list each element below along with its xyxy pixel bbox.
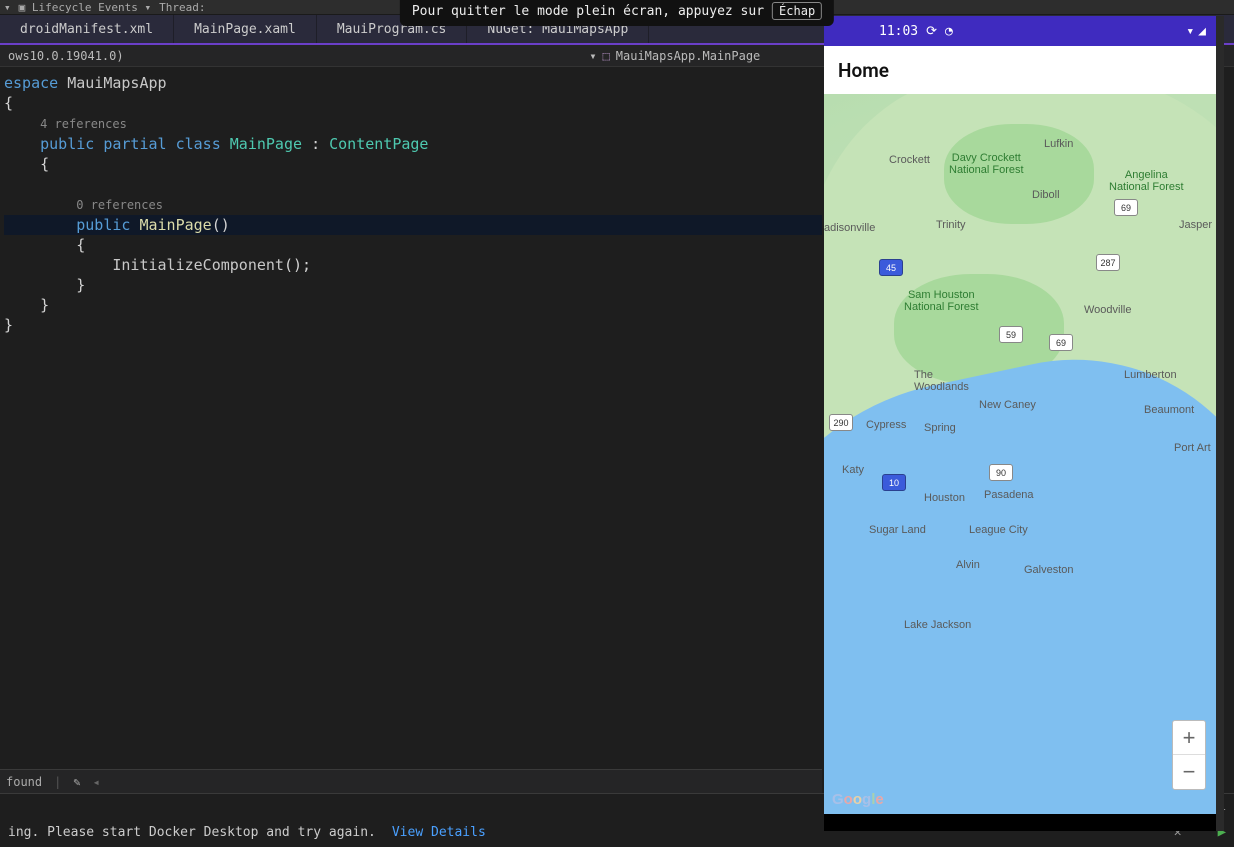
- map-city-label: Alvin: [956, 559, 980, 571]
- map-city-label: Lake Jackson: [904, 619, 971, 631]
- map-highway-shield: 290: [829, 414, 853, 431]
- zoom-out-button[interactable]: −: [1173, 755, 1205, 789]
- map-city-label: Lufkin: [1044, 138, 1073, 150]
- map-city-label: Jasper: [1179, 219, 1212, 231]
- found-label: found: [6, 775, 42, 789]
- map-highway-shield: 10: [882, 474, 906, 491]
- play-icon[interactable]: ▶: [1218, 824, 1226, 840]
- map-city-label: Sugar Land: [869, 524, 926, 536]
- map-city-label: Houston: [924, 492, 965, 504]
- lifecycle-events[interactable]: ▣ Lifecycle Events ▾: [19, 1, 151, 14]
- codelens-references[interactable]: 0 references: [76, 198, 163, 212]
- map-forest-label: Davy Crockett National Forest: [949, 152, 1024, 176]
- map-city-label: Diboll: [1032, 189, 1060, 201]
- emulator-status-bar: 11:03 ⟳ ◔ ▾ ◢: [824, 16, 1216, 46]
- code-editor[interactable]: espace MauiMapsApp { 4 references public…: [0, 67, 822, 767]
- fullscreen-text: Pour quitter le mode plein écran, appuye…: [412, 4, 764, 19]
- android-emulator: 11:03 ⟳ ◔ ▾ ◢ Home Crockett Lufkin Diboll T…: [824, 16, 1216, 831]
- map-highway-shield: 287: [1096, 254, 1120, 271]
- map-city-label: Trinity: [936, 219, 966, 231]
- map-city-label: Katy: [842, 464, 864, 476]
- escape-key-hint: Échap: [772, 2, 822, 20]
- map-highway-shield: 59: [999, 326, 1023, 343]
- breadcrumb-left[interactable]: ows10.0.19041.0): [8, 49, 124, 63]
- tab-androidmanifest[interactable]: droidManifest.xml: [0, 15, 174, 43]
- class-icon: ⬚: [603, 49, 610, 63]
- chevron-left-icon[interactable]: ◂: [93, 775, 100, 789]
- zoom-in-button[interactable]: +: [1173, 721, 1205, 755]
- map-view[interactable]: Crockett Lufkin Diboll Trinity Jasper adisonv…: [824, 94, 1216, 814]
- map-city-label: Crockett: [889, 154, 930, 166]
- fullscreen-exit-banner: Pour quitter le mode plein écran, appuye…: [400, 0, 834, 26]
- map-zoom-controls: + −: [1172, 720, 1206, 790]
- map-highway-shield: 90: [989, 464, 1013, 481]
- error-message: ing. Please start Docker Desktop and try…: [8, 825, 376, 840]
- codelens-references[interactable]: 4 references: [40, 117, 127, 131]
- wifi-icon: ▾: [1186, 24, 1194, 39]
- clock-icon: ◔: [945, 24, 953, 39]
- thread-label: Thread:: [159, 1, 205, 14]
- map-city-label: Pasadena: [984, 489, 1034, 501]
- brush-icon[interactable]: ✎: [73, 775, 80, 789]
- view-details-link[interactable]: View Details: [392, 825, 486, 840]
- signal-icon: ◢: [1198, 24, 1206, 39]
- map-city-label: Lumberton: [1124, 369, 1177, 381]
- editor-status-strip: found | ✎ ◂: [0, 769, 822, 793]
- map-forest-label: Angelina National Forest: [1109, 169, 1184, 193]
- sync-icon: ⟳: [926, 24, 937, 39]
- map-city-label: adisonville: [824, 222, 875, 234]
- map-city-label: Cypress: [866, 419, 906, 431]
- map-highway-shield: 69: [1114, 199, 1138, 216]
- tab-mainpage-xaml[interactable]: MainPage.xaml: [174, 15, 317, 43]
- app-bar: Home: [824, 46, 1216, 94]
- map-city-label: League City: [969, 524, 1028, 536]
- map-city-label: Spring: [924, 422, 956, 434]
- map-city-label: Beaumont: [1144, 404, 1194, 416]
- map-city-label: Woodville: [1084, 304, 1132, 316]
- app-title: Home: [838, 59, 889, 82]
- chevron-down-icon: ▾: [589, 49, 596, 63]
- map-highway-shield: 69: [1049, 334, 1073, 351]
- map-city-label: The Woodlands: [914, 369, 969, 393]
- map-city-label: Port Art: [1174, 442, 1211, 454]
- toolbar-dropdown[interactable]: ▾: [4, 1, 11, 14]
- map-forest-label: Sam Houston National Forest: [904, 289, 979, 313]
- status-time: 11:03: [879, 24, 918, 39]
- map-highway-shield: 45: [879, 259, 903, 276]
- map-city-label: Galveston: [1024, 564, 1074, 576]
- google-logo: Google: [832, 791, 884, 808]
- map-city-label: New Caney: [979, 399, 1036, 411]
